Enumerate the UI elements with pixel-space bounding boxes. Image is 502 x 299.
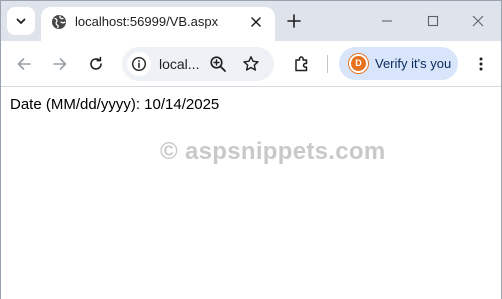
- browser-toolbar: local... D Verify it's you: [1, 41, 501, 87]
- chevron-down-icon: [15, 15, 27, 27]
- more-vertical-icon: [473, 56, 489, 72]
- tab-close-button[interactable]: [247, 13, 265, 31]
- bookmark-button[interactable]: [241, 54, 261, 74]
- new-tab-button[interactable]: [284, 11, 304, 31]
- minimize-button[interactable]: [365, 5, 409, 37]
- extensions-button[interactable]: [288, 50, 316, 78]
- page-content: Date (MM/dd/yyyy): 10/14/2025 © aspsnipp…: [1, 88, 501, 299]
- minimize-icon: [381, 15, 393, 27]
- plus-icon: [287, 14, 301, 28]
- puzzle-icon: [293, 55, 311, 73]
- zoom-in-icon: [209, 55, 227, 73]
- avatar: D: [349, 54, 368, 73]
- star-icon: [242, 55, 260, 73]
- back-button[interactable]: [10, 50, 38, 78]
- date-label: Date (MM/dd/yyyy): 10/14/2025: [10, 96, 220, 113]
- address-bar[interactable]: local...: [122, 47, 274, 81]
- profile-button[interactable]: D Verify it's you: [339, 47, 458, 80]
- address-bar-url[interactable]: local...: [159, 56, 199, 72]
- info-icon: [131, 56, 147, 72]
- forward-button[interactable]: [46, 50, 74, 78]
- arrow-left-icon: [16, 56, 32, 72]
- maximize-icon: [427, 15, 439, 27]
- tab-strip: localhost:56999/VB.aspx: [1, 1, 501, 41]
- tab-search-button[interactable]: [7, 7, 35, 35]
- profile-label: Verify it's you: [375, 56, 452, 71]
- close-icon: [472, 15, 484, 27]
- reload-icon: [88, 56, 104, 72]
- tab-active[interactable]: localhost:56999/VB.aspx: [41, 7, 275, 41]
- reload-button[interactable]: [82, 50, 110, 78]
- browser-window: localhost:56999/VB.aspx local... D Verif…: [0, 0, 502, 299]
- globe-icon: [51, 14, 67, 30]
- close-icon: [251, 17, 261, 27]
- watermark: © aspsnippets.com: [160, 138, 386, 165]
- tab-title: localhost:56999/VB.aspx: [75, 14, 219, 29]
- toolbar-separator: [327, 55, 328, 73]
- site-info-button[interactable]: [127, 52, 151, 76]
- window-close-button[interactable]: [456, 5, 500, 37]
- arrow-right-icon: [52, 56, 68, 72]
- maximize-button[interactable]: [411, 5, 455, 37]
- browser-menu-button[interactable]: [467, 50, 495, 78]
- zoom-button[interactable]: [208, 54, 228, 74]
